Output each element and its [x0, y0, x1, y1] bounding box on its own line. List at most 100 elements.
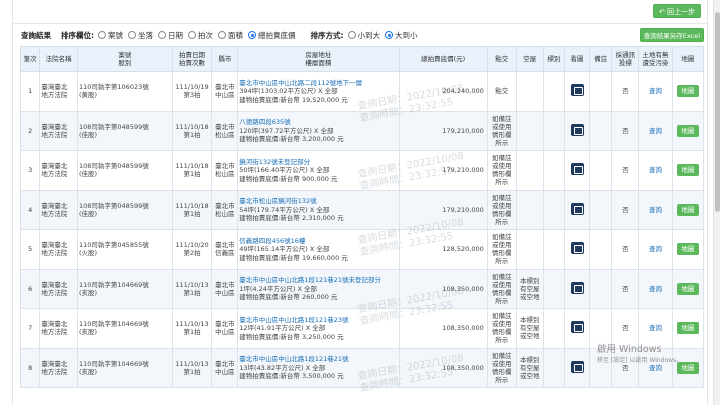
pollution-query-link[interactable]: 查詢 — [649, 324, 662, 332]
map-button[interactable]: 地圖 — [676, 243, 699, 256]
lot-type — [542, 308, 566, 349]
map-button[interactable]: 地圖 — [676, 124, 699, 137]
vacancy-status — [515, 189, 544, 230]
map-button[interactable]: 地圖 — [676, 282, 699, 295]
column-header: 備註 — [588, 46, 613, 72]
back-button[interactable]: ↶ 回上一步 — [652, 4, 701, 18]
photo-icon[interactable] — [570, 163, 584, 176]
pollution-query-cell: 查詢 — [638, 150, 673, 191]
photo-icon[interactable] — [570, 84, 584, 97]
auction-date: 111/10/13 第1拍 — [171, 347, 213, 388]
pollution-query-cell: 查詢 — [638, 110, 673, 151]
table-row: 4 臺灣臺北 地方法院 108司執字第048599號 (佳股) 111/10/18 第1拍臺… — [19, 189, 705, 230]
sort-order-asc[interactable]: 小到大 — [347, 30, 380, 41]
row-number: 2 — [19, 110, 41, 151]
map-cell: 地圖 — [671, 229, 705, 270]
address-link[interactable]: 信義路四段456號16樓 — [239, 237, 397, 246]
house-address: 臺北市松山區饒河街132號 54坪(179.74平方公尺) X 全部 建物拍賣底價:… — [237, 189, 400, 230]
column-header: 地圖 — [671, 46, 705, 72]
result-label: 查詢結果 — [21, 30, 51, 40]
court-name: 臺灣臺北 地方法院 — [39, 189, 78, 230]
court-name: 臺灣臺北 地方法院 — [39, 229, 78, 270]
address-link[interactable]: 臺北市中山區中山北路1段121巷23號 — [239, 316, 397, 325]
map-button[interactable]: 地圖 — [676, 203, 699, 216]
map-button[interactable]: 地圖 — [676, 322, 699, 335]
sort-field-case[interactable]: 案號 — [98, 30, 123, 41]
handover-status: 如備註 或使用 情形欄 所示 — [486, 268, 517, 309]
house-address: 臺北市中山區中山北路1段121巷21號未登記部分 1坪(4.24平方公尺) X 全… — [237, 268, 400, 309]
mail-bid: 否 — [611, 189, 640, 230]
scrollbar-thumb[interactable] — [715, 12, 720, 212]
address-link[interactable]: 臺北市中山區中山北路1段121巷21號未登記部分 — [239, 276, 397, 285]
export-excel-button[interactable]: 查詢結果另存Excel — [639, 28, 704, 42]
remark — [588, 71, 613, 112]
lot-type — [542, 189, 566, 230]
address-link[interactable]: 臺北市中山區中山北路1段121巷21號 — [239, 355, 397, 364]
row-number: 6 — [19, 268, 41, 309]
lot-type — [542, 229, 566, 270]
auction-date: 111/10/13 第1拍 — [171, 268, 213, 309]
column-header: 縣市 — [211, 46, 239, 72]
address-link[interactable]: 臺北市松山區饒河街132號 — [239, 197, 397, 206]
auction-date: 111/10/13 第1拍 — [171, 308, 213, 349]
pollution-query-cell: 查詢 — [638, 308, 673, 349]
table-row: 1 臺灣臺北 地方法院 110司執字第106023號 (黃股) 111/10/19 第3拍臺… — [19, 71, 705, 112]
pollution-query-link[interactable]: 查詢 — [649, 206, 662, 214]
total-reserve-price: 128,520,000 — [398, 229, 488, 270]
vacancy-status — [515, 110, 544, 151]
case-number: 110司執字第106023號 (黃股) — [77, 71, 173, 112]
view-photo-cell — [564, 71, 590, 112]
city-district: 臺北市 中山區 — [211, 71, 239, 112]
city-district: 臺北市 中山區 — [211, 347, 239, 388]
handover-status: 如備註 或使用 情形欄 所示 — [486, 308, 517, 349]
address-link[interactable]: 八德路四段635號 — [239, 118, 397, 127]
photo-icon[interactable] — [570, 202, 584, 215]
pollution-query-cell: 查詢 — [638, 189, 673, 230]
sort-order-desc[interactable]: 大到小 — [385, 30, 418, 41]
column-header: 總拍賣底價(元) — [398, 46, 488, 72]
house-address: 信義路四段456號16樓 49坪(165.14平方公尺) X 全部 建物拍賣底價:新… — [237, 229, 400, 270]
photo-icon[interactable] — [570, 281, 584, 294]
address-link[interactable]: 臺北市中山區中山北路二段112號地下一層 — [239, 79, 397, 88]
pollution-query-cell: 查詢 — [638, 268, 673, 309]
pollution-query-link[interactable]: 查詢 — [649, 127, 662, 135]
column-header: 法院名稱 — [39, 46, 78, 72]
pollution-query-link[interactable]: 查詢 — [649, 87, 662, 95]
address-link[interactable]: 饒河街132號未登記部分 — [239, 158, 397, 167]
sort-field-location[interactable]: 坐落 — [128, 30, 153, 41]
view-photo-cell — [564, 110, 590, 151]
photo-icon[interactable] — [570, 242, 584, 255]
handover-status: 如備註 或使用 情形欄 所示 — [486, 347, 517, 388]
remark — [588, 308, 613, 349]
page-scrollbar[interactable] — [713, 0, 720, 405]
photo-icon[interactable] — [570, 360, 584, 373]
lot-type — [542, 268, 566, 309]
lot-type — [542, 71, 566, 112]
map-button[interactable]: 地圖 — [676, 85, 699, 98]
sort-field-date[interactable]: 日期 — [158, 30, 183, 41]
mail-bid: 否 — [611, 229, 640, 270]
row-number: 5 — [19, 229, 41, 270]
lot-type — [542, 150, 566, 191]
sort-field-round[interactable]: 拍次 — [188, 30, 213, 41]
total-reserve-price: 179,210,000 — [398, 110, 488, 151]
court-name: 臺灣臺北 地方法院 — [39, 71, 78, 112]
map-cell: 地圖 — [671, 150, 705, 191]
total-reserve-price: 204,240,000 — [398, 71, 488, 112]
pollution-query-link[interactable]: 查詢 — [649, 166, 662, 174]
pollution-query-link[interactable]: 查詢 — [649, 245, 662, 253]
map-button[interactable]: 地圖 — [676, 164, 699, 177]
total-reserve-price: 179,210,000 — [398, 150, 488, 191]
pollution-query-link[interactable]: 查詢 — [649, 285, 662, 293]
vacancy-status — [515, 71, 544, 112]
photo-icon[interactable] — [570, 123, 584, 136]
sort-order-label: 排序方式: — [310, 30, 344, 40]
auction-date: 111/10/18 第1拍 — [171, 150, 213, 191]
lot-type — [542, 110, 566, 151]
sort-field-total-price[interactable]: 總拍賣底價 — [248, 30, 296, 41]
court-name: 臺灣臺北 地方法院 — [39, 110, 78, 151]
remark — [588, 150, 613, 191]
photo-icon[interactable] — [570, 321, 584, 334]
row-number: 4 — [19, 189, 41, 230]
sort-field-area[interactable]: 面積 — [218, 30, 243, 41]
